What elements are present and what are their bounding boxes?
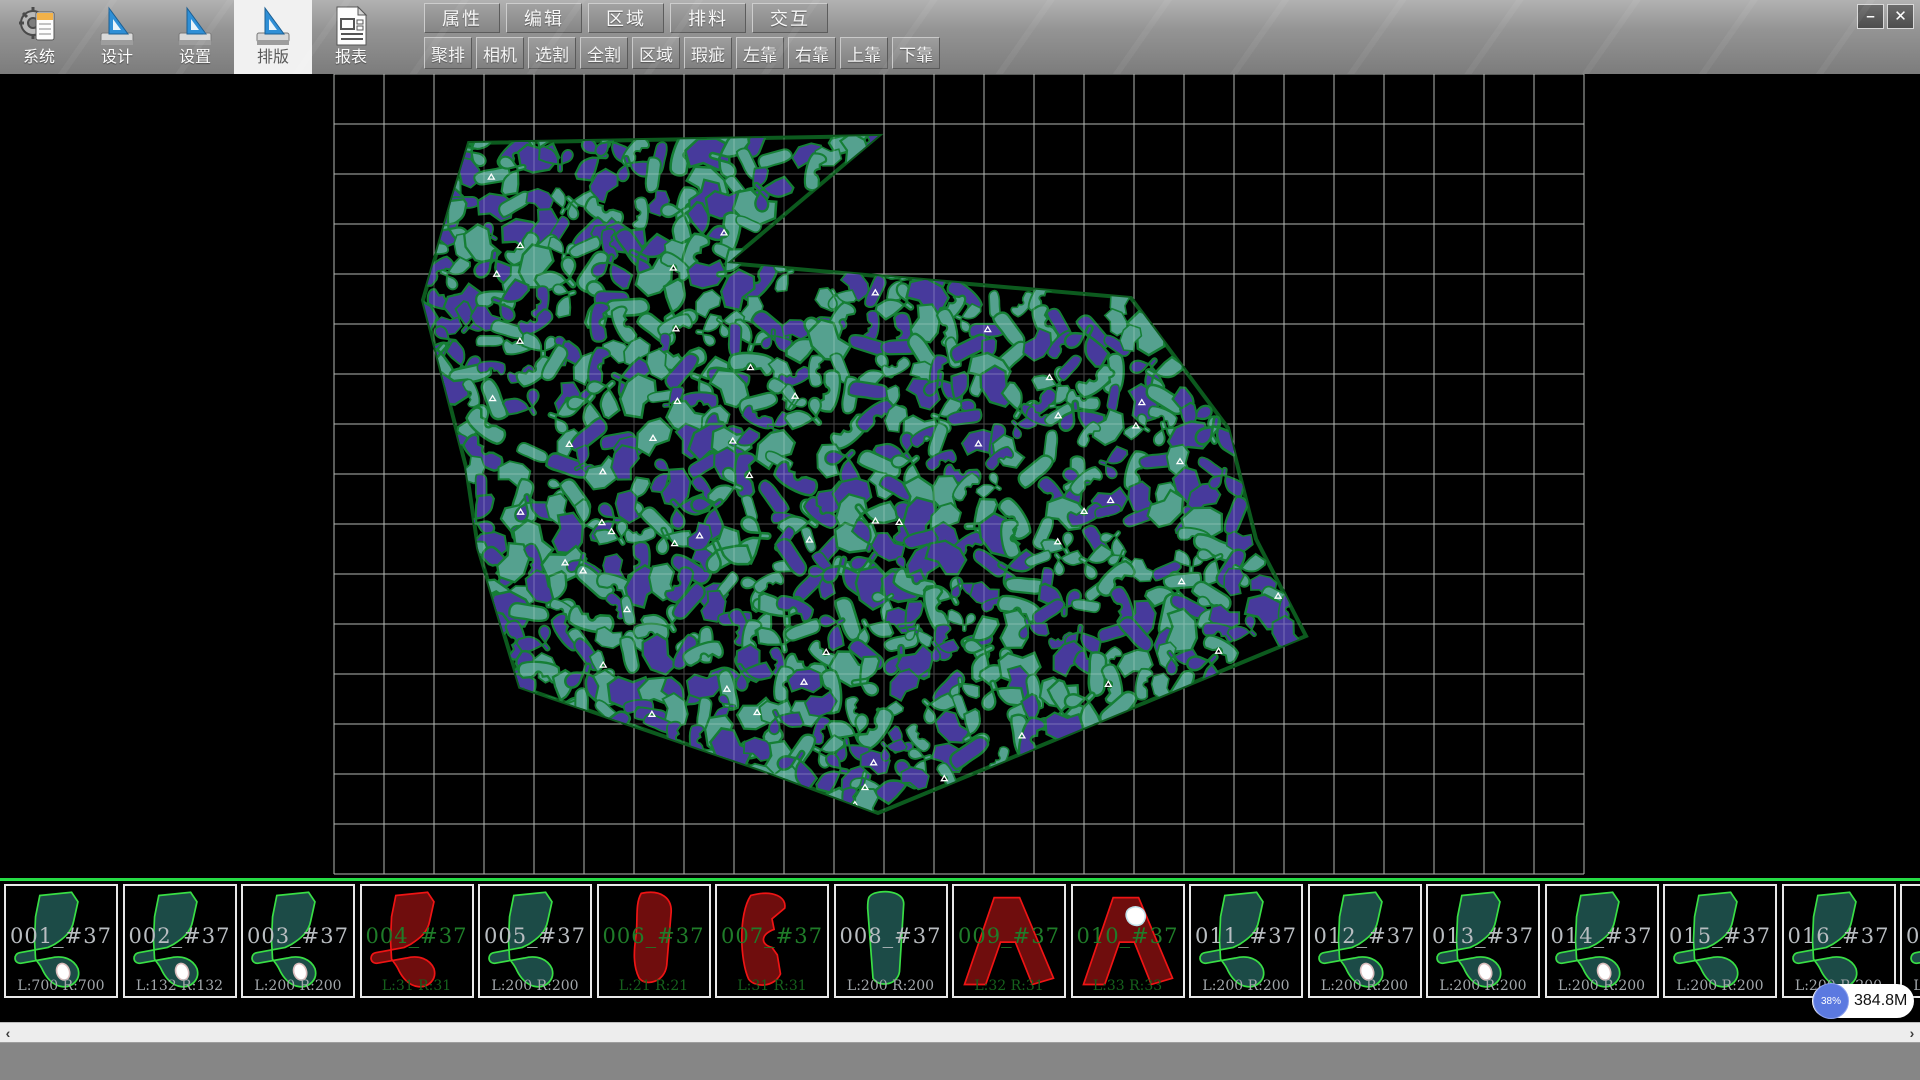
- scroll-right-arrow[interactable]: ›: [1904, 1025, 1920, 1041]
- piece-id-label: 003_#37: [243, 924, 353, 948]
- report-document-icon: [328, 3, 374, 49]
- nav-report-button[interactable]: 报表: [312, 0, 390, 74]
- piece-lr-label: L:32 R:31: [954, 978, 1064, 994]
- menu-button-3[interactable]: 区域: [588, 3, 664, 33]
- piece-id-label: 006_#37: [599, 924, 709, 948]
- piece-lr-label: L:200 R:200: [836, 978, 946, 994]
- piece-id-label: 015_#37: [1665, 924, 1775, 948]
- tool-button-1[interactable]: 聚排: [424, 37, 472, 69]
- piece-thumbnail-004_#37[interactable]: 004_#37 L:31 R:31: [360, 884, 474, 998]
- piece-id-label: 016_#37: [1784, 924, 1894, 948]
- piece-thumbnail-014_#37[interactable]: 014_#37 L:200 R:200: [1545, 884, 1659, 998]
- piece-id-label: 005_#37: [480, 924, 590, 948]
- nav-settings-label: 设置: [179, 49, 211, 67]
- tool-button-2[interactable]: 相机: [476, 37, 524, 69]
- piece-id-label: 014_#37: [1547, 924, 1657, 948]
- piece-thumbnail-002_#37[interactable]: 002_#37 L:132 R:132: [123, 884, 237, 998]
- piece-lr-label: L:200 R:200: [480, 978, 590, 994]
- menu-button-2[interactable]: 编辑: [506, 3, 582, 33]
- system-gear-icon: [16, 3, 62, 49]
- piece-thumbnail-017_#37[interactable]: 017_#37L:200 R:200: [1900, 884, 1920, 998]
- toolbar: 系统设计设置排版报表 属性编辑区域排料交互 聚排相机选割全割区域瑕疵左靠右靠上靠…: [0, 0, 1920, 75]
- horizontal-scrollbar[interactable]: ‹ ›: [0, 1022, 1920, 1042]
- piece-id-label: 009_#37: [954, 924, 1064, 948]
- tool-button-9[interactable]: 上靠: [840, 37, 888, 69]
- app-window: 系统设计设置排版报表 属性编辑区域排料交互 聚排相机选割全割区域瑕疵左靠右靠上靠…: [0, 0, 1920, 1080]
- piece-lr-label: L:200 R:200: [1665, 978, 1775, 994]
- minimize-button[interactable]: –: [1857, 4, 1884, 29]
- piece-thumbnail-008_#37[interactable]: 008_#37 L:200 R:200: [834, 884, 948, 998]
- piece-id-label: 001_#37: [6, 924, 116, 948]
- piece-lr-label: L:31 R:31: [717, 978, 827, 994]
- tool-button-6[interactable]: 瑕疵: [684, 37, 732, 69]
- piece-id-label: 012_#37: [1310, 924, 1420, 948]
- piece-id-label: 013_#37: [1428, 924, 1538, 948]
- nav-layout-label: 排版: [257, 49, 289, 67]
- set-square-ruler-icon: [172, 3, 218, 49]
- tool-button-3[interactable]: 选割: [528, 37, 576, 69]
- piece-lr-label: L:132 R:132: [125, 978, 235, 994]
- nav-report-label: 报表: [335, 49, 367, 67]
- window-controls: – ✕: [1857, 4, 1914, 29]
- piece-thumbnail-013_#37[interactable]: 013_#37 L:200 R:200: [1426, 884, 1540, 998]
- set-square-ruler-icon: [94, 3, 140, 49]
- piece-lr-label: L:200 R:200: [1547, 978, 1657, 994]
- nav-system-label: 系统: [23, 49, 55, 67]
- tool-button-10[interactable]: 下靠: [892, 37, 940, 69]
- nav-design-button[interactable]: 设计: [78, 0, 156, 74]
- nav-design-label: 设计: [101, 49, 133, 67]
- tool-button-8[interactable]: 右靠: [788, 37, 836, 69]
- piece-lr-label: L:31 R:31: [362, 978, 472, 994]
- tool-button-4[interactable]: 全割: [580, 37, 628, 69]
- menu-button-1[interactable]: 属性: [424, 3, 500, 33]
- piece-thumbnail-001_#37[interactable]: 001_#37 L:700 R:700: [4, 884, 118, 998]
- piece-thumbnail-016_#37[interactable]: 016_#37L:200 R:200: [1782, 884, 1896, 998]
- tool-button-7[interactable]: 左靠: [736, 37, 784, 69]
- piece-id-label: 011_#37: [1191, 924, 1301, 948]
- piece-lr-label: L:200 R:200: [1428, 978, 1538, 994]
- scroll-left-arrow[interactable]: ‹: [0, 1025, 16, 1041]
- piece-thumbnail-003_#37[interactable]: 003_#37 L:200 R:200: [241, 884, 355, 998]
- tool-button-bar: 聚排相机选割全割区域瑕疵左靠右靠上靠下靠: [424, 37, 940, 69]
- piece-lr-label: L:21 R:21: [599, 978, 709, 994]
- nav-settings-button[interactable]: 设置: [156, 0, 234, 74]
- piece-thumbnail-006_#37[interactable]: 006_#37 L:21 R:21: [597, 884, 711, 998]
- piece-thumbnail-011_#37[interactable]: 011_#37 L:200 R:200: [1189, 884, 1303, 998]
- piece-id-label: 004_#37: [362, 924, 472, 948]
- menu-bar: 属性编辑区域排料交互: [424, 3, 828, 33]
- piece-thumbnail-007_#37[interactable]: 007_#37 L:31 R:31: [715, 884, 829, 998]
- piece-thumbnail-015_#37[interactable]: 015_#37 L:200 R:200: [1663, 884, 1777, 998]
- nesting-canvas[interactable]: [0, 74, 1920, 878]
- piece-lr-label: L:200 R:200: [1310, 978, 1420, 994]
- scrollbar-track[interactable]: [16, 1023, 1904, 1042]
- menu-button-5[interactable]: 交互: [752, 3, 828, 33]
- piece-lr-label: L:200 R:200: [1191, 978, 1301, 994]
- piece-id-label: 017_#37: [1902, 924, 1920, 948]
- tool-button-5[interactable]: 区域: [632, 37, 680, 69]
- status-bar: [0, 1042, 1920, 1080]
- piece-id-label: 008_#37: [836, 924, 946, 948]
- piece-thumbnail-005_#37[interactable]: 005_#37 L:200 R:200: [478, 884, 592, 998]
- piece-thumbnail-strip: 001_#37 L:700 R:700 002_#37 L:132 R:132 003_…: [0, 878, 1920, 1010]
- piece-id-label: 010_#37: [1073, 924, 1183, 948]
- nesting-drawing: [0, 74, 1920, 878]
- piece-thumbnail-009_#37[interactable]: 009_#37 L:32 R:31: [952, 884, 1066, 998]
- piece-lr-label: L:700 R:700: [6, 978, 116, 994]
- piece-lr-label: L:33 R:33: [1073, 978, 1183, 994]
- piece-thumbnail-012_#37[interactable]: 012_#37 L:200 R:200: [1308, 884, 1422, 998]
- menu-button-4[interactable]: 排料: [670, 3, 746, 33]
- nav-icon-bar: 系统 设计 设置 排版 报表: [0, 0, 390, 74]
- piece-id-label: 007_#37: [717, 924, 827, 948]
- progress-percent-badge: 38%: [1813, 983, 1849, 1019]
- memory-progress-badge: 38% 384.8M: [1812, 984, 1914, 1018]
- nav-layout-button[interactable]: 排版: [234, 0, 312, 74]
- piece-id-label: 002_#37: [125, 924, 235, 948]
- memory-size-label: 384.8M: [1854, 984, 1907, 1018]
- piece-lr-label: L:200 R:200: [243, 978, 353, 994]
- nav-system-button[interactable]: 系统: [0, 0, 78, 74]
- piece-thumbnail-010_#37[interactable]: 010_#37 L:33 R:33: [1071, 884, 1185, 998]
- set-square-ruler-icon: [250, 3, 296, 49]
- close-button[interactable]: ✕: [1887, 4, 1914, 29]
